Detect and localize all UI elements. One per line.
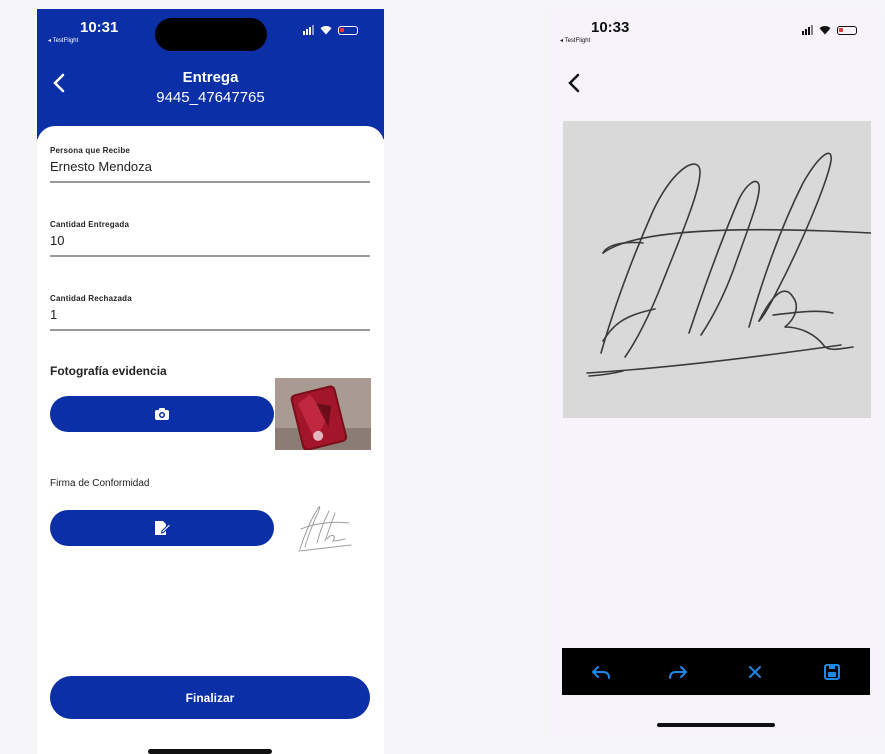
save-button[interactable] bbox=[820, 660, 844, 684]
testflight-back-link[interactable]: ◂ TestFlight bbox=[560, 37, 590, 44]
cellular-signal-icon bbox=[303, 25, 314, 35]
signature-toolbar bbox=[562, 648, 870, 695]
delivered-quantity-label: Cantidad Entregada bbox=[50, 220, 130, 229]
battery-icon bbox=[338, 25, 358, 35]
battery-icon bbox=[837, 25, 857, 35]
status-bar: 10:31 ◂ TestFlight bbox=[37, 9, 384, 53]
delivered-quantity-field[interactable]: Cantidad Entregada 10 bbox=[50, 220, 370, 257]
home-indicator bbox=[148, 749, 272, 754]
field-underline bbox=[50, 181, 370, 183]
status-bar: 10:33 ◂ TestFlight bbox=[548, 9, 883, 53]
rejected-quantity-label: Cantidad Rechazada bbox=[50, 294, 132, 303]
finalize-button[interactable]: Finalizar bbox=[50, 676, 370, 719]
photo-evidence-title: Fotografía evidencia bbox=[50, 364, 167, 378]
redo-icon bbox=[668, 665, 687, 679]
rejected-quantity-field[interactable]: Cantidad Rechazada 1 bbox=[50, 294, 370, 331]
order-number: 9445_47647765 bbox=[156, 89, 265, 106]
evidence-photo-thumbnail[interactable] bbox=[275, 378, 371, 450]
page-title: Entrega bbox=[182, 69, 239, 86]
receiver-name-value[interactable]: Ernesto Mendoza bbox=[50, 159, 370, 174]
wifi-icon bbox=[819, 26, 831, 35]
signature-drawing bbox=[586, 152, 872, 377]
dynamic-island bbox=[155, 18, 267, 51]
field-underline bbox=[50, 255, 370, 257]
receiver-name-field[interactable]: Persona que Recibe Ernesto Mendoza bbox=[50, 146, 370, 183]
status-icons bbox=[303, 25, 358, 35]
status-time: 10:33 bbox=[591, 19, 630, 36]
clear-button[interactable] bbox=[743, 660, 767, 684]
clear-icon bbox=[748, 665, 761, 678]
delivery-screen: 10:31 ◂ TestFlight Entrega 9445_47647765… bbox=[37, 9, 384, 754]
testflight-back-link[interactable]: ◂ TestFlight bbox=[48, 37, 78, 44]
status-icons bbox=[802, 25, 857, 35]
status-time: 10:31 bbox=[80, 19, 119, 36]
signature-icon bbox=[155, 521, 171, 535]
home-indicator bbox=[657, 723, 775, 727]
signature-button[interactable] bbox=[50, 510, 274, 546]
delivered-quantity-value[interactable]: 10 bbox=[50, 233, 370, 248]
app-header: 10:31 ◂ TestFlight Entrega 9445_47647765 bbox=[37, 9, 384, 139]
undo-icon bbox=[591, 665, 610, 679]
signature-capture-screen: 10:33 ◂ TestFlight bbox=[548, 9, 883, 737]
receiver-name-label: Persona que Recibe bbox=[50, 146, 131, 155]
cellular-signal-icon bbox=[802, 25, 813, 35]
chevron-left-icon[interactable] bbox=[564, 72, 586, 94]
camera-icon bbox=[155, 408, 169, 420]
signature-section-title: Firma de Conformidad bbox=[50, 478, 150, 489]
redo-button[interactable] bbox=[666, 660, 690, 684]
field-underline bbox=[50, 329, 370, 331]
signature-thumbnail[interactable] bbox=[295, 503, 355, 553]
wifi-icon bbox=[320, 26, 332, 35]
rejected-quantity-value[interactable]: 1 bbox=[50, 307, 370, 322]
take-photo-button[interactable] bbox=[50, 396, 274, 432]
undo-button[interactable] bbox=[589, 660, 613, 684]
save-icon bbox=[823, 663, 840, 680]
signature-canvas[interactable] bbox=[563, 121, 872, 418]
